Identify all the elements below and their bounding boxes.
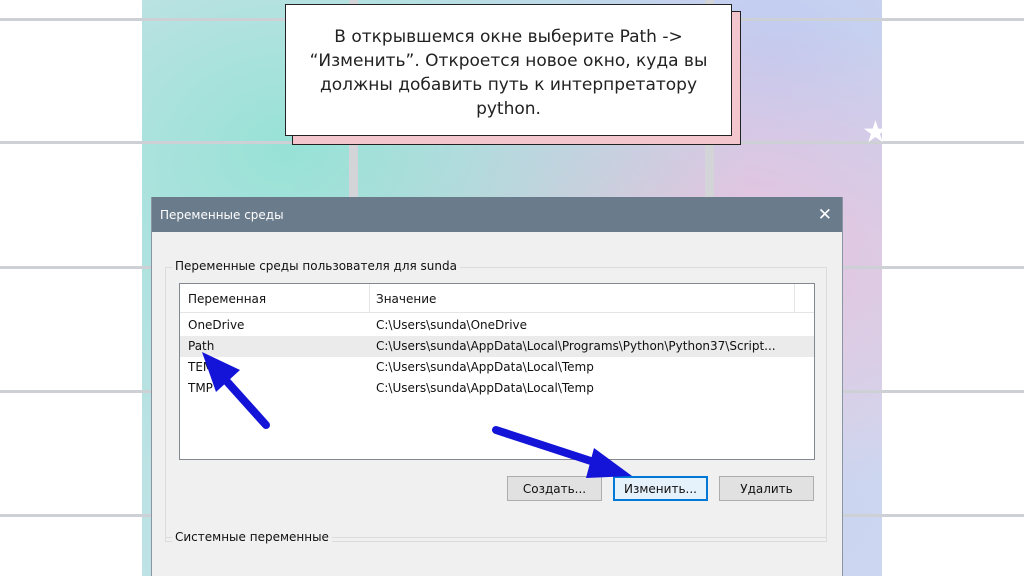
arrow-to-edit [492,426,632,478]
annotation-arrows [202,352,632,478]
arrow-to-path [202,352,270,429]
